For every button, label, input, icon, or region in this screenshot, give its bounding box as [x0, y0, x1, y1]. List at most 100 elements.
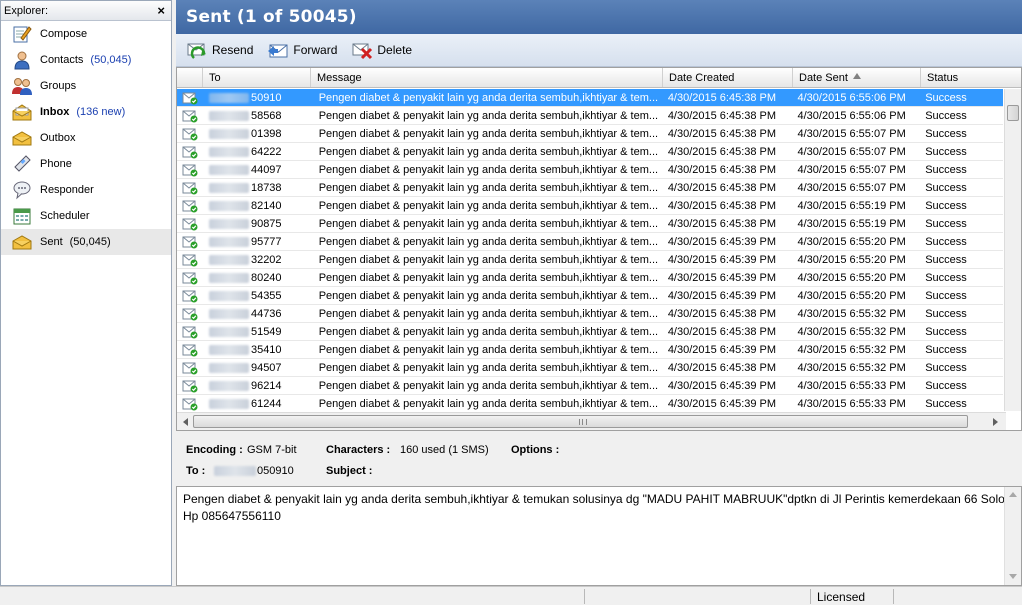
redacted-number [208, 308, 249, 319]
to-cell-text: 58568 [250, 109, 282, 122]
table-row[interactable]: 61244 Pengen diabet & penyakit lain yg an… [177, 395, 1003, 413]
to-value: 050910 [214, 465, 294, 477]
sidebar-item-scheduler[interactable]: Scheduler [1, 203, 171, 229]
to-cell: 51549 [203, 323, 311, 341]
status-cell: Success [925, 181, 967, 194]
sent-count: (50,045) [69, 236, 111, 248]
to-cell-text: 94507 [250, 361, 282, 374]
table-row[interactable]: 35410 Pengen diabet & penyakit lain yg an… [177, 341, 1003, 359]
sidebar-item-inbox[interactable]: Inbox (136 new) [1, 99, 171, 125]
horizontal-scroll-thumb[interactable] [193, 415, 968, 428]
status-cell: Success [925, 109, 967, 122]
sidebar-item-label: Inbox [40, 106, 70, 118]
page-title: Sent (1 of 50045) [176, 0, 1022, 34]
to-cell: 35410 [203, 341, 311, 359]
sidebar-item-compose[interactable]: Compose [1, 21, 171, 47]
date-created-cell: 4/30/2015 6:45:38 PM [667, 307, 777, 320]
column-header-status[interactable]: Status [921, 68, 1005, 87]
table-row[interactable]: 44097 Pengen diabet & penyakit lain yg an… [177, 161, 1003, 179]
table-row[interactable]: 90875 Pengen diabet & penyakit lain yg an… [177, 215, 1003, 233]
column-header-to[interactable]: To [203, 68, 311, 87]
table-row[interactable]: 01398 Pengen diabet & penyakit lain yg an… [177, 125, 1003, 143]
table-row[interactable]: 32202 Pengen diabet & penyakit lain yg an… [177, 251, 1003, 269]
sidebar-item-label: Compose [40, 28, 88, 40]
table-row[interactable]: 82140 Pengen diabet & penyakit lain yg an… [177, 197, 1003, 215]
sidebar-item-responder[interactable]: Responder [1, 177, 171, 203]
encoding-value: GSM 7-bit [247, 444, 297, 456]
date-created-cell: 4/30/2015 6:45:38 PM [667, 361, 777, 374]
redacted-number [208, 182, 249, 193]
table-row[interactable]: 80240 Pengen diabet & penyakit lain yg an… [177, 269, 1003, 287]
message-cell: Pengen diabet & penyakit lain yg anda de… [318, 361, 659, 374]
message-status-icon [177, 143, 203, 161]
date-created-cell: 4/30/2015 6:45:38 PM [667, 91, 777, 104]
message-scrollbar[interactable] [1004, 487, 1021, 585]
to-cell: 44736 [203, 305, 311, 323]
date-created-cell: 4/30/2015 6:45:39 PM [667, 289, 777, 302]
to-cell-text: 35410 [250, 343, 282, 356]
table-row[interactable]: 54355 Pengen diabet & penyakit lain yg an… [177, 287, 1003, 305]
message-status-icon [177, 197, 203, 215]
horizontal-scrollbar[interactable] [177, 412, 1006, 430]
sidebar-item-label: Scheduler [40, 210, 90, 222]
status-cell: Success [925, 343, 967, 356]
message-status-icon [177, 179, 203, 197]
message-details: Encoding : GSM 7-bit Characters : 160 us… [176, 433, 1022, 486]
table-row[interactable]: 58568 Pengen diabet & penyakit lain yg an… [177, 107, 1003, 125]
message-status-icon [177, 377, 203, 395]
scroll-right-icon[interactable] [993, 418, 998, 426]
to-cell-text: 64222 [250, 145, 282, 158]
table-row[interactable]: 18738 Pengen diabet & penyakit lain yg an… [177, 179, 1003, 197]
message-status-icon [177, 215, 203, 233]
forward-button[interactable]: Forward [267, 40, 337, 60]
table-row[interactable]: 95777 Pengen diabet & penyakit lain yg an… [177, 233, 1003, 251]
column-header-date-created[interactable]: Date Created [663, 68, 793, 87]
date-sent-cell: 4/30/2015 6:55:32 PM [797, 325, 906, 338]
scroll-left-icon[interactable] [183, 418, 188, 426]
table-row[interactable]: 96214 Pengen diabet & penyakit lain yg an… [177, 377, 1003, 395]
to-cell: 44097 [203, 161, 311, 179]
sidebar-item-phone[interactable]: Phone [1, 151, 171, 177]
sidebar-item-label: Sent [40, 236, 63, 248]
main-panel: Sent (1 of 50045) Resend Forward Delete … [176, 0, 1022, 586]
scroll-up-icon[interactable] [1009, 492, 1017, 497]
explorer-panel: Explorer: × Compose Contacts (50,045) Gr… [0, 0, 172, 586]
characters-value: 160 used (1 SMS) [400, 444, 489, 456]
date-created-cell: 4/30/2015 6:45:38 PM [667, 109, 777, 122]
redacted-number [208, 146, 249, 157]
message-status-icon [177, 89, 203, 107]
message-text: Pengen diabet & penyakit lain yg anda de… [183, 492, 1005, 523]
to-cell: 94507 [203, 359, 311, 377]
redacted-number [208, 380, 249, 391]
column-header-date-sent[interactable]: Date Sent [793, 68, 921, 87]
table-row[interactable]: 64222 Pengen diabet & penyakit lain yg an… [177, 143, 1003, 161]
delete-button[interactable]: Delete [351, 40, 412, 60]
resend-button[interactable]: Resend [186, 40, 253, 60]
message-status-icon [177, 287, 203, 305]
message-status-icon [177, 161, 203, 179]
sidebar-item-contacts[interactable]: Contacts (50,045) [1, 47, 171, 73]
sidebar-item-outbox[interactable]: Outbox [1, 125, 171, 151]
toolbar: Resend Forward Delete [176, 34, 1022, 67]
scroll-down-icon[interactable] [1009, 574, 1017, 579]
sidebar-item-groups[interactable]: Groups [1, 73, 171, 99]
message-body[interactable]: Pengen diabet & penyakit lain yg anda de… [176, 486, 1022, 586]
to-cell: 18738 [203, 179, 311, 197]
date-sent-cell: 4/30/2015 6:55:19 PM [797, 199, 906, 212]
to-cell: 54355 [203, 287, 311, 305]
compose-icon [11, 24, 33, 44]
redacted-number [208, 128, 249, 139]
table-row[interactable]: 50910 Pengen diabet & penyakit lain yg an… [177, 89, 1003, 107]
license-status: Licensed [817, 590, 866, 604]
redacted-number [208, 362, 249, 373]
table-row[interactable]: 44736 Pengen diabet & penyakit lain yg an… [177, 305, 1003, 323]
column-header-message[interactable]: Message [311, 68, 663, 87]
column-header-icon[interactable] [177, 68, 203, 87]
forward-icon [268, 44, 288, 58]
vertical-scrollbar[interactable] [1004, 89, 1021, 411]
vertical-scroll-thumb[interactable] [1007, 105, 1019, 121]
table-row[interactable]: 94507 Pengen diabet & penyakit lain yg an… [177, 359, 1003, 377]
table-row[interactable]: 51549 Pengen diabet & penyakit lain yg an… [177, 323, 1003, 341]
close-icon[interactable]: × [157, 3, 165, 18]
sidebar-item-sent[interactable]: Sent (50,045) [1, 229, 171, 255]
